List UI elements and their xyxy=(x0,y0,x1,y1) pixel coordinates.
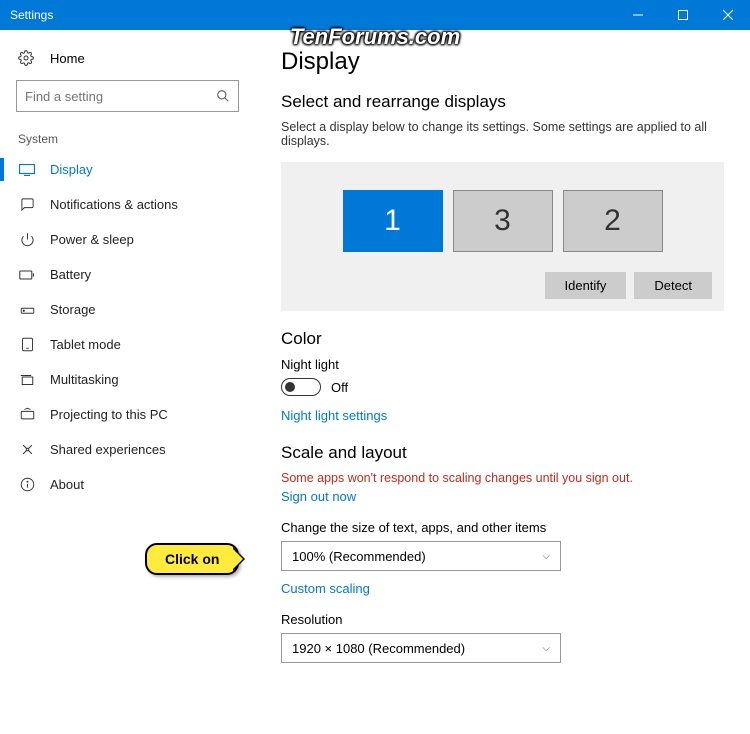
info-icon xyxy=(18,477,36,492)
sidebar-item-storage[interactable]: Storage xyxy=(0,292,255,327)
sign-out-link[interactable]: Sign out now xyxy=(281,489,356,504)
night-light-toggle[interactable]: Off xyxy=(281,378,724,396)
minimize-button[interactable] xyxy=(615,0,660,30)
nav-label: Multitasking xyxy=(50,372,119,387)
scaling-dropdown[interactable]: 100% (Recommended) ⌵ xyxy=(281,541,561,571)
identify-button[interactable]: Identify xyxy=(545,272,627,299)
display-arrange-panel: 1 3 2 Identify Detect xyxy=(281,162,724,311)
search-icon xyxy=(216,89,230,103)
window-title: Settings xyxy=(10,8,53,22)
section-label: System xyxy=(0,130,255,152)
search-input[interactable] xyxy=(25,89,216,104)
sidebar-item-projecting[interactable]: Projecting to this PC xyxy=(0,397,255,432)
search-input-container[interactable] xyxy=(16,80,239,112)
resolution-label: Resolution xyxy=(281,612,724,627)
multitasking-icon xyxy=(18,374,36,386)
maximize-button[interactable] xyxy=(660,0,705,30)
display-icon xyxy=(18,164,36,176)
chevron-down-icon: ⌵ xyxy=(542,551,550,562)
sidebar-item-shared[interactable]: Shared experiences xyxy=(0,432,255,467)
titlebar: Settings xyxy=(0,0,750,30)
nav-label: Notifications & actions xyxy=(50,197,178,212)
scaling-warning: Some apps won't respond to scaling chang… xyxy=(281,471,724,485)
close-button[interactable] xyxy=(705,0,750,30)
nav-label: Storage xyxy=(50,302,96,317)
battery-icon xyxy=(18,270,36,280)
sidebar-item-notifications[interactable]: Notifications & actions xyxy=(0,187,255,222)
monitor-layout[interactable]: 1 3 2 xyxy=(293,190,712,252)
power-icon xyxy=(18,232,36,247)
detect-button[interactable]: Detect xyxy=(634,272,712,299)
toggle-track[interactable] xyxy=(281,378,321,396)
window-controls xyxy=(615,0,750,30)
chevron-down-icon: ⌵ xyxy=(542,643,550,654)
sidebar-item-display[interactable]: Display xyxy=(0,152,255,187)
night-light-label: Night light xyxy=(281,357,724,372)
custom-scaling-link[interactable]: Custom scaling xyxy=(281,581,370,596)
nav-label: Power & sleep xyxy=(50,232,134,247)
home-button[interactable]: Home xyxy=(0,42,255,76)
sidebar-item-battery[interactable]: Battery xyxy=(0,257,255,292)
callout-label: Click on xyxy=(145,543,239,575)
nav-label: Tablet mode xyxy=(50,337,121,352)
sidebar-item-about[interactable]: About xyxy=(0,467,255,502)
projecting-icon xyxy=(18,407,36,422)
scale-heading: Scale and layout xyxy=(281,443,724,463)
sidebar-item-tablet[interactable]: Tablet mode xyxy=(0,327,255,362)
nav-label: Projecting to this PC xyxy=(50,407,168,422)
sidebar-item-power[interactable]: Power & sleep xyxy=(0,222,255,257)
resolution-dropdown[interactable]: 1920 × 1080 (Recommended) ⌵ xyxy=(281,633,561,663)
tablet-icon xyxy=(18,337,36,352)
sidebar: Home System Display Notifications & acti… xyxy=(0,30,255,734)
monitor-1[interactable]: 1 xyxy=(343,190,443,252)
page-title: Display xyxy=(281,48,724,76)
night-light-settings-link[interactable]: Night light settings xyxy=(281,408,387,423)
nav-label: Display xyxy=(50,162,93,177)
scaling-value: 100% (Recommended) xyxy=(292,549,426,564)
arrange-desc: Select a display below to change its set… xyxy=(281,120,724,148)
main-content: Display Select and rearrange displays Se… xyxy=(255,30,750,734)
gear-icon xyxy=(18,50,36,66)
toggle-state: Off xyxy=(331,380,348,395)
arrange-heading: Select and rearrange displays xyxy=(281,92,724,112)
monitor-3[interactable]: 3 xyxy=(453,190,553,252)
nav-label: Battery xyxy=(50,267,91,282)
shared-icon xyxy=(18,442,36,457)
nav-label: Shared experiences xyxy=(50,442,166,457)
notifications-icon xyxy=(18,197,36,212)
nav-label: About xyxy=(50,477,84,492)
sidebar-item-multitasking[interactable]: Multitasking xyxy=(0,362,255,397)
color-heading: Color xyxy=(281,329,724,349)
home-label: Home xyxy=(50,51,85,66)
storage-icon xyxy=(18,302,36,317)
resolution-value: 1920 × 1080 (Recommended) xyxy=(292,641,465,656)
monitor-2[interactable]: 2 xyxy=(563,190,663,252)
size-label: Change the size of text, apps, and other… xyxy=(281,520,724,535)
